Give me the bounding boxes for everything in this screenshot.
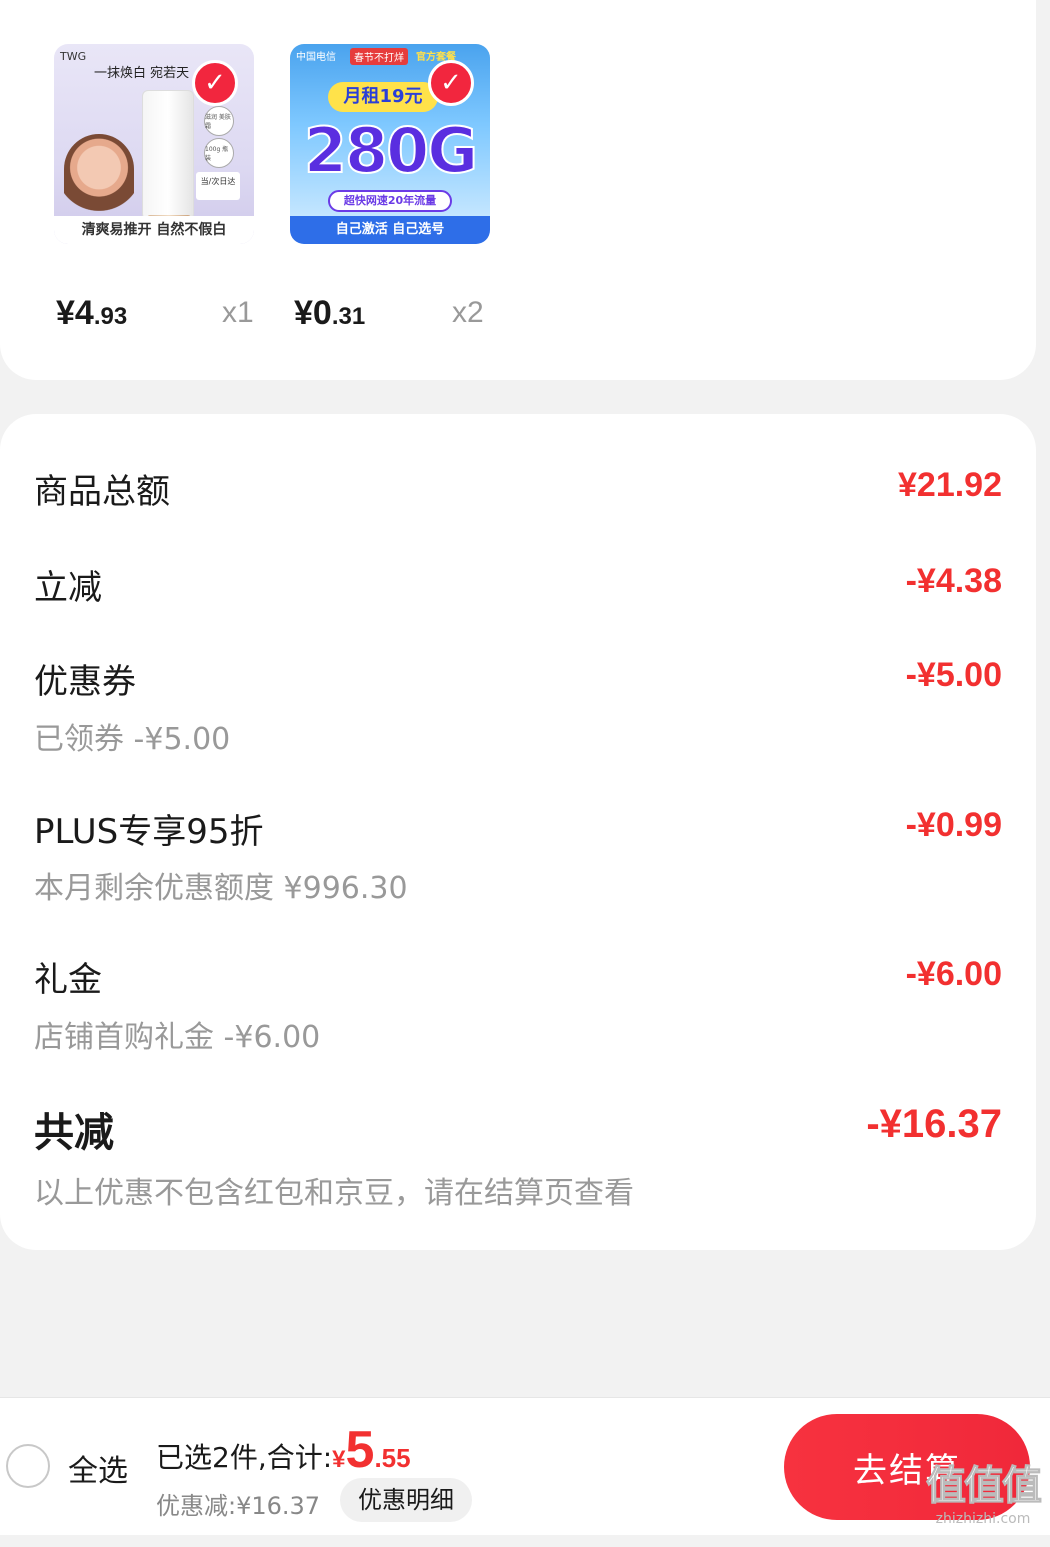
product-badge: 100g 瓶装	[204, 138, 234, 168]
checkout-bar: 全选 已选2件,合计:¥5.55 优惠减:¥16.37 优惠明细 去结算 值值值…	[0, 1397, 1050, 1535]
price-decimal: .93	[93, 303, 128, 330]
product-price: ¥4.93	[56, 294, 127, 333]
coupon-label: 优惠券	[34, 662, 136, 702]
select-all-radio[interactable]	[6, 1444, 50, 1488]
coupon-value: -¥5.00	[905, 656, 1002, 694]
select-all-label[interactable]: 全选	[68, 1446, 128, 1490]
discount-note: 以上优惠不包含红包和京豆，请在结算页查看	[34, 1176, 634, 1211]
plus-discount-label: PLUS专享95折	[34, 812, 264, 852]
plus-quota-detail: 本月剩余优惠额度 ¥996.30	[34, 871, 408, 906]
price-integer: ¥0	[294, 294, 332, 332]
selected-check-icon[interactable]: ✓	[428, 60, 474, 106]
total-decimal: .55	[374, 1443, 411, 1473]
price-summary-card: 商品总额 ¥21.92 立减 -¥4.38 优惠券 -¥5.00 已领券 -¥5…	[0, 414, 1036, 1250]
goods-total-value: ¥21.92	[898, 466, 1002, 504]
gift-detail: 店铺首购礼金 -¥6.00	[34, 1020, 321, 1055]
carrier-logo-text: 中国电信	[296, 52, 336, 63]
total-discount-value: -¥16.37	[866, 1102, 1002, 1146]
product-quantity: x1	[222, 296, 254, 329]
products-card: TWG 一抹焕白 宛若天 滋润 美肤霜 100g 瓶装 当/次日达 清爽易推开 …	[0, 0, 1036, 380]
coupon-detail: 已领券 -¥5.00	[34, 722, 231, 757]
product-price: ¥0.31	[294, 294, 365, 333]
price-decimal: .31	[331, 303, 366, 330]
product-caption: 清爽易推开 自然不假白	[54, 216, 254, 244]
selected-check-icon[interactable]: ✓	[192, 60, 238, 106]
watermark-url: zhizhizhi.com	[935, 1511, 1031, 1527]
delivery-tag: 当/次日达	[196, 172, 240, 200]
total-currency: ¥	[332, 1446, 346, 1473]
product-item[interactable]: TWG 一抹焕白 宛若天 滋润 美肤霜 100g 瓶装 当/次日达 清爽易推开 …	[54, 44, 254, 244]
instant-discount-value: -¥4.38	[905, 562, 1002, 600]
product-slogan-text: 一抹焕白 宛若天	[94, 66, 190, 81]
product-caption: 自己激活 自己选号	[290, 216, 490, 244]
watermark-logo: 值值值	[926, 1463, 1043, 1510]
total-integer: 5	[345, 1421, 375, 1479]
product-tube-image	[142, 90, 194, 233]
product-brand-text: TWG	[60, 50, 87, 63]
speed-label: 超快网速20年流量	[328, 190, 452, 212]
product-thumbnail[interactable]: 中国电信 春节不打烊 官方套餐 月租19元 280G 超快网速20年流量 自己激…	[290, 44, 490, 244]
product-badge: 滋润 美肤霜	[204, 106, 234, 136]
discount-detail-button[interactable]: 优惠明细	[340, 1478, 472, 1522]
product-thumbnail[interactable]: TWG 一抹焕白 宛若天 滋润 美肤霜 100g 瓶装 当/次日达 清爽易推开 …	[54, 44, 254, 244]
selected-total: 已选2件,合计:¥5.55	[156, 1420, 411, 1480]
data-amount-label: 280G	[303, 113, 479, 188]
total-discount-label: 共减	[34, 1110, 114, 1156]
instant-discount-label: 立减	[34, 568, 102, 608]
monthly-fee-label: 月租19元	[328, 82, 438, 112]
selected-count-text: 已选2件,合计:	[156, 1441, 333, 1474]
product-quantity: x2	[452, 296, 484, 329]
product-item[interactable]: 中国电信 春节不打烊 官方套餐 月租19元 280G 超快网速20年流量 自己激…	[290, 44, 490, 244]
plus-discount-value: -¥0.99	[905, 806, 1002, 844]
gift-label: 礼金	[34, 960, 102, 1000]
watermark: 值值值 zhizhizhi.com	[926, 1453, 1043, 1528]
price-integer: ¥4	[56, 294, 94, 332]
gift-value: -¥6.00	[905, 955, 1002, 993]
promo-pill: 春节不打烊	[350, 48, 408, 65]
discount-summary: 优惠减:¥16.37	[156, 1492, 321, 1520]
goods-total-label: 商品总额	[34, 472, 170, 512]
